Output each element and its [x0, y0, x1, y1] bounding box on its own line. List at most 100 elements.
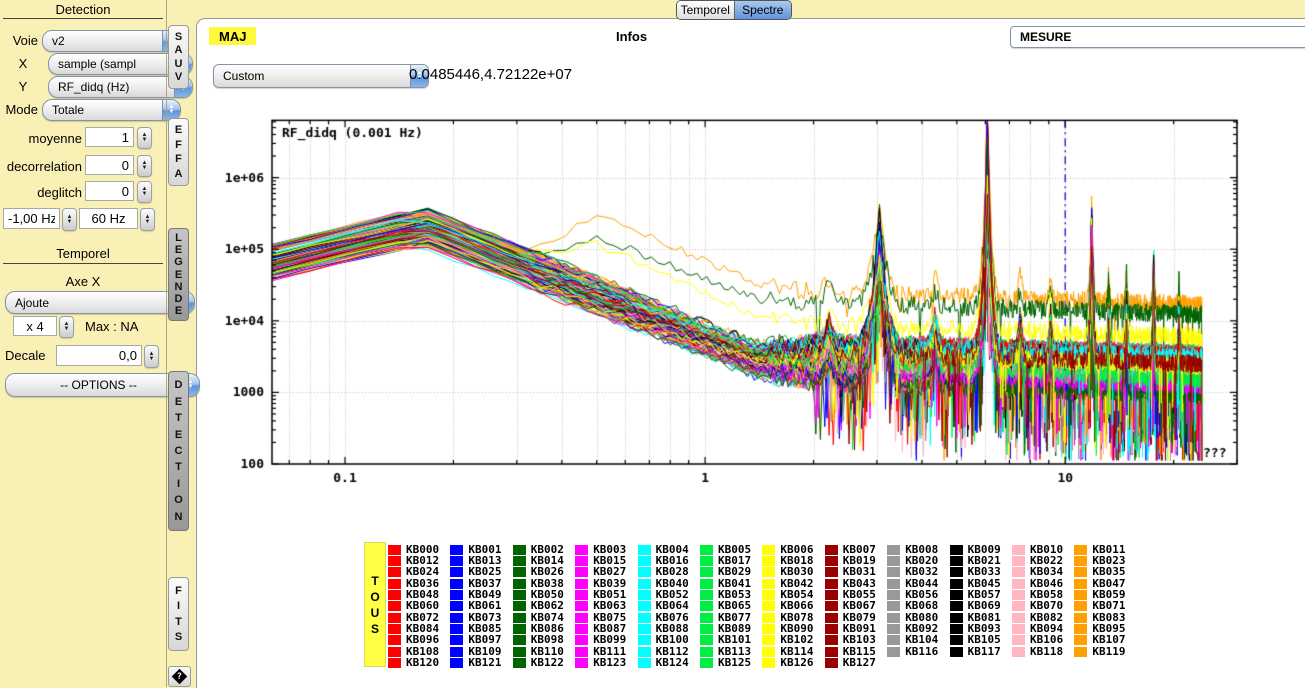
- tab-spectre[interactable]: Spectre: [734, 1, 792, 19]
- divider: [3, 263, 163, 264]
- channel-label: KB102: [780, 635, 813, 645]
- channel-color-swatch: [1074, 556, 1087, 566]
- channel-color-swatch: [825, 590, 838, 600]
- channel-color-swatch: [700, 624, 713, 634]
- legend-channel-KB122[interactable]: KB122: [513, 658, 564, 669]
- vtab-effa[interactable]: EFFA: [168, 118, 189, 186]
- decale-field[interactable]: [56, 345, 142, 366]
- vtab-sauv[interactable]: SAUV: [168, 25, 189, 89]
- temporel-title: Temporel: [0, 246, 166, 261]
- vtab-legende[interactable]: LEGENDE: [168, 228, 189, 321]
- channel-color-swatch: [1012, 613, 1025, 623]
- spectrum-plot[interactable]: [200, 95, 1305, 495]
- channel-label: KB024: [406, 567, 439, 577]
- channel-color-swatch: [638, 567, 651, 577]
- legend-channel-KB127[interactable]: KB127: [825, 658, 876, 669]
- channel-label: KB010: [1030, 545, 1063, 555]
- decorrelation-field[interactable]: [85, 155, 134, 175]
- channel-label: KB069: [968, 601, 1001, 611]
- mult-field[interactable]: [13, 316, 57, 336]
- freq-low-stepper[interactable]: ▲▼: [62, 208, 77, 231]
- channel-color-swatch: [762, 635, 775, 645]
- voie-select-value: v2: [52, 34, 65, 48]
- channel-label: KB106: [1030, 635, 1063, 645]
- infos-label: Infos: [616, 29, 647, 44]
- channel-label: KB124: [656, 658, 689, 668]
- x-axis-label: X: [8, 56, 38, 71]
- channel-color-swatch: [700, 635, 713, 645]
- moyenne-field[interactable]: [85, 127, 134, 147]
- help-button[interactable]: ?: [168, 666, 191, 687]
- channel-color-swatch: [638, 601, 651, 611]
- channel-label: KB101: [718, 635, 751, 645]
- channel-color-swatch: [450, 601, 463, 611]
- channel-color-swatch: [575, 647, 588, 657]
- mesure-select[interactable]: MESURE ▲▼: [1010, 26, 1305, 48]
- custom-select[interactable]: Custom ▲▼: [213, 64, 429, 88]
- channel-color-swatch: [450, 613, 463, 623]
- channel-label: KB009: [968, 545, 1001, 555]
- channel-label: KB035: [1092, 567, 1125, 577]
- channel-color-swatch: [1012, 545, 1025, 555]
- legend-channel-KB121[interactable]: KB121: [450, 658, 501, 669]
- vtab-detection[interactable]: DETECTION: [168, 371, 189, 531]
- channel-color-swatch: [638, 590, 651, 600]
- vtab-fits[interactable]: FITS: [168, 577, 189, 651]
- tab-temporel[interactable]: Temporel: [677, 1, 734, 19]
- channel-label: KB006: [780, 545, 813, 555]
- channel-color-swatch: [513, 567, 526, 577]
- channel-color-swatch: [1074, 545, 1087, 555]
- channel-label: KB030: [780, 567, 813, 577]
- channel-color-swatch: [513, 635, 526, 645]
- channel-color-swatch: [638, 556, 651, 566]
- divider: [166, 0, 167, 687]
- channel-color-swatch: [575, 613, 588, 623]
- channel-color-swatch: [825, 635, 838, 645]
- legend-channel-KB120[interactable]: KB120: [388, 658, 439, 669]
- x-source-select-value: sample (sampl: [58, 57, 136, 71]
- channel-label: KB031: [843, 567, 876, 577]
- legend-channel-KB116[interactable]: KB116: [887, 646, 938, 657]
- channel-label: KB034: [1030, 567, 1063, 577]
- channel-label: KB098: [531, 635, 564, 645]
- legend-channel-KB118[interactable]: KB118: [1012, 646, 1063, 657]
- deglitch-stepper[interactable]: ▲▼: [137, 181, 152, 203]
- legend-channel-KB119[interactable]: KB119: [1074, 646, 1125, 657]
- channel-label: KB001: [468, 545, 501, 555]
- legend-channel-KB124[interactable]: KB124: [638, 658, 689, 669]
- mesure-select-value: MESURE: [1020, 30, 1071, 44]
- channel-color-swatch: [887, 647, 900, 657]
- decorrelation-stepper[interactable]: ▲▼: [137, 155, 152, 177]
- channel-label: KB107: [1092, 635, 1125, 645]
- channel-color-swatch: [388, 647, 401, 657]
- legend-channel-KB126[interactable]: KB126: [762, 658, 813, 669]
- mult-stepper[interactable]: ▲▼: [59, 316, 74, 338]
- freq-low-field[interactable]: [3, 208, 60, 229]
- legend-channel-KB117[interactable]: KB117: [950, 646, 1001, 657]
- moyenne-stepper[interactable]: ▲▼: [137, 127, 152, 149]
- channel-color-swatch: [575, 545, 588, 555]
- channel-color-swatch: [762, 545, 775, 555]
- deglitch-label: deglitch: [0, 185, 82, 200]
- channel-color-swatch: [638, 545, 651, 555]
- channel-label: KB002: [531, 545, 564, 555]
- channel-color-swatch: [638, 635, 651, 645]
- maj-button[interactable]: MAJ: [209, 27, 256, 45]
- legend-tous-button[interactable]: TOUS: [364, 542, 386, 667]
- voie-select[interactable]: v2 ▲▼: [42, 30, 181, 52]
- channel-color-swatch: [950, 556, 963, 566]
- channel-label: KB121: [468, 658, 501, 668]
- help-diamond-icon: ?: [172, 669, 188, 685]
- channel-color-swatch: [1012, 647, 1025, 657]
- mode-select[interactable]: Totale ▲▼: [42, 99, 181, 121]
- channel-color-swatch: [638, 624, 651, 634]
- freq-high-field[interactable]: [79, 208, 138, 229]
- legend-channel-KB123[interactable]: KB123: [575, 658, 626, 669]
- channel-label: KB122: [531, 658, 564, 668]
- channel-color-swatch: [950, 545, 963, 555]
- freq-high-stepper[interactable]: ▲▼: [140, 208, 155, 231]
- channel-label: KB120: [406, 658, 439, 668]
- legend-channel-KB125[interactable]: KB125: [700, 658, 751, 669]
- decale-stepper[interactable]: ▲▼: [144, 345, 159, 368]
- deglitch-field[interactable]: [85, 181, 134, 201]
